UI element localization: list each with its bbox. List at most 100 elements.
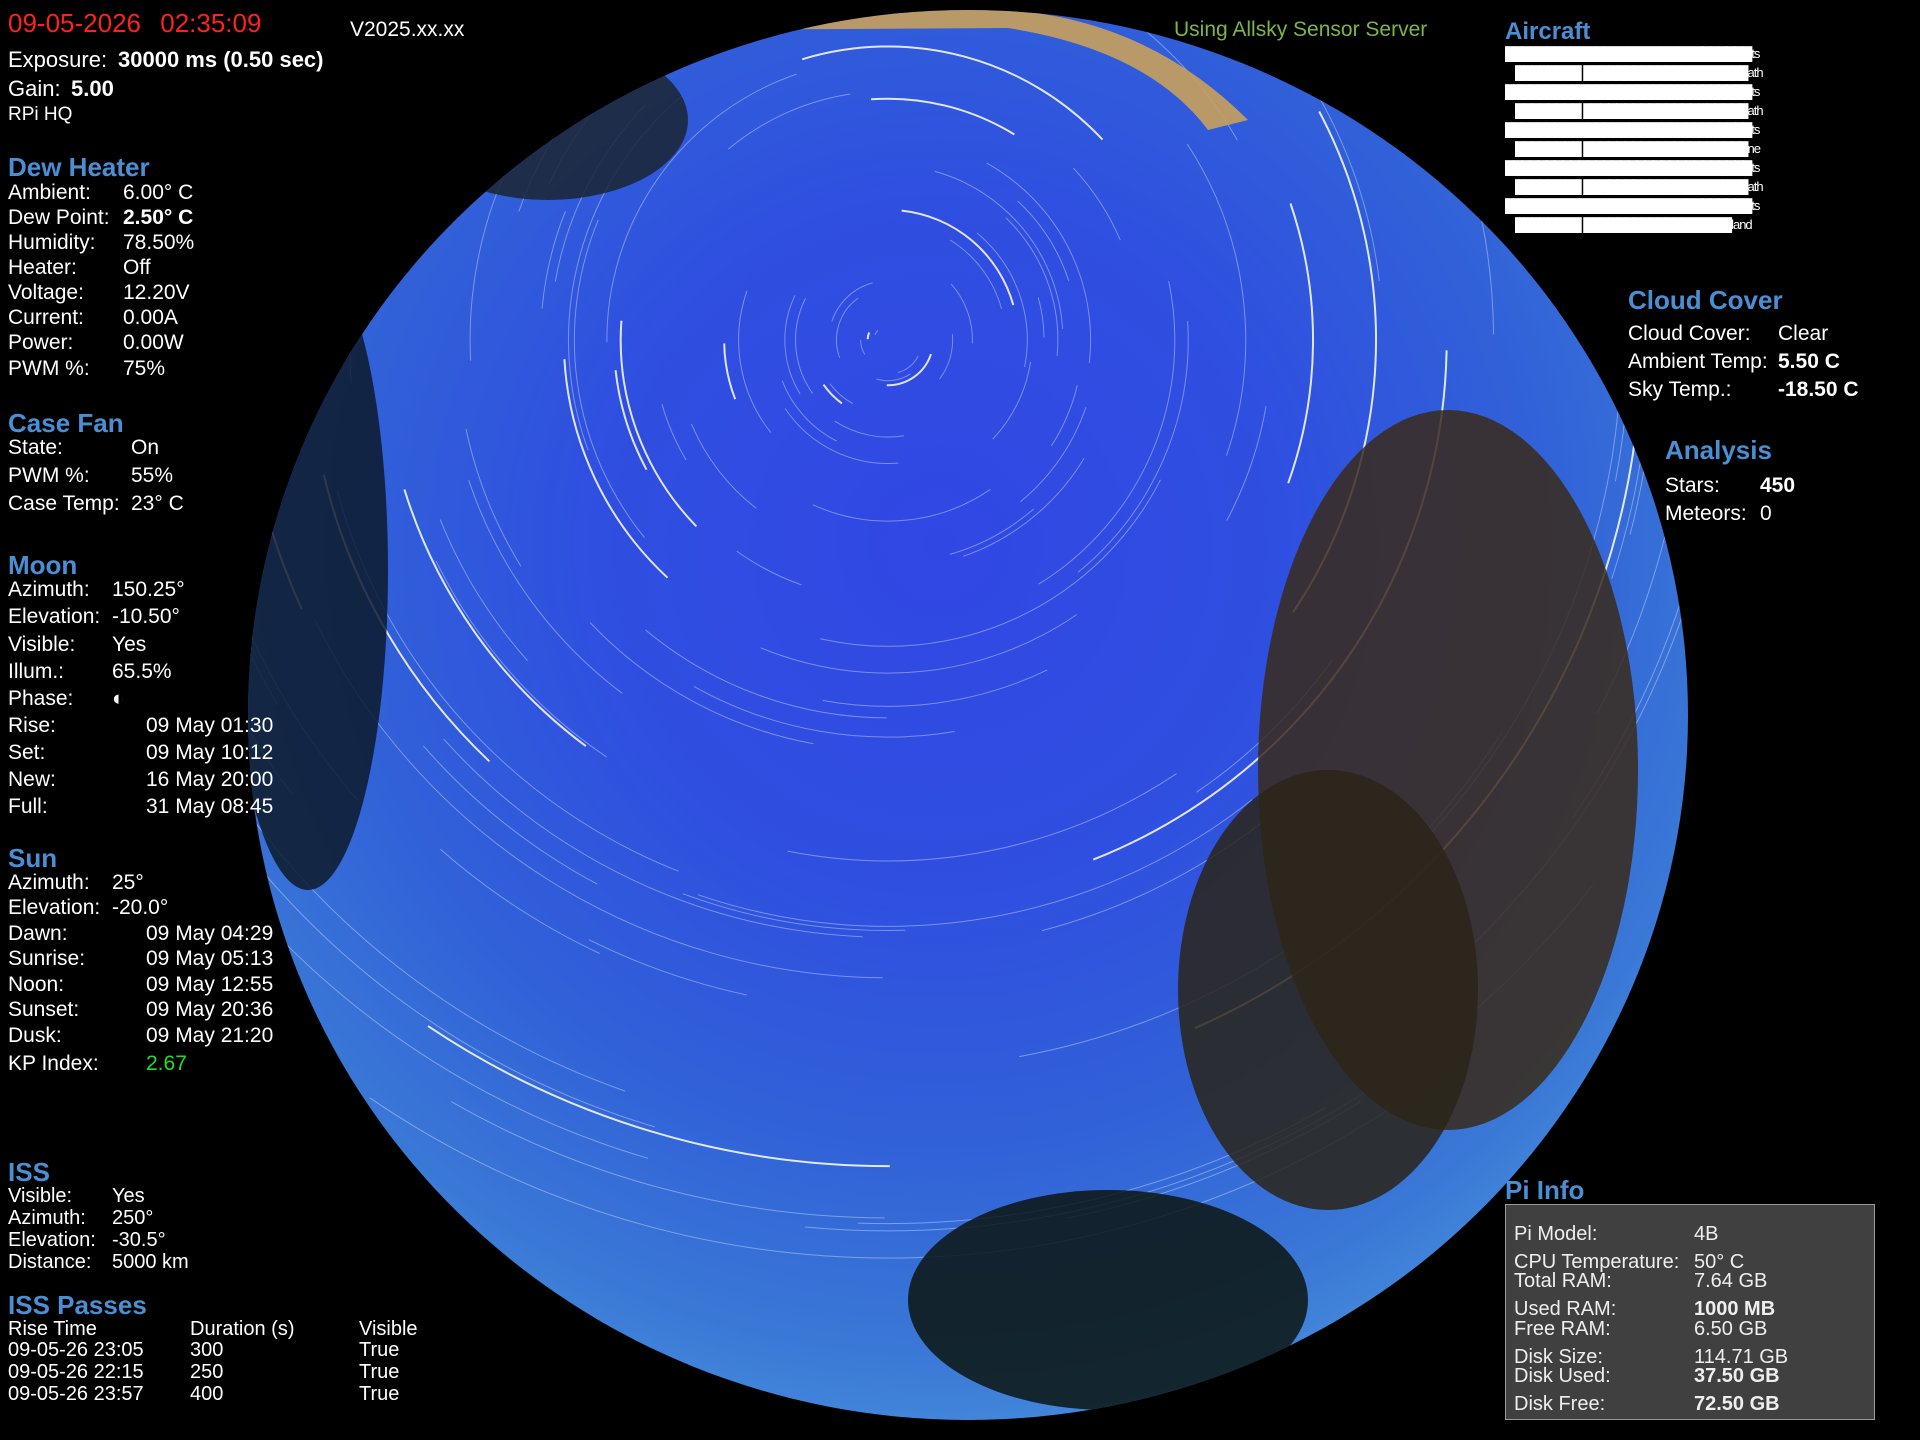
star-trail [465,428,522,567]
fan-case-temp-value: 23° C [131,492,184,515]
dew-pwm-label: PWM %: [8,357,90,380]
aircraft-line: ██████████████████████████████ts [1505,46,1760,61]
sun-dawn-label: Dawn: [8,922,68,945]
dew-power-value: 0.00W [123,331,184,354]
star-trail [690,423,757,509]
dew-current-value: 0.00A [123,306,178,329]
iss-passes-header-duration: Duration (s) [190,1318,295,1340]
star-trail [450,1101,885,1219]
pi-total-ram-label: Total RAM: [1514,1270,1612,1292]
pi-free-ram-value: 6.50 GB [1694,1318,1768,1340]
star-trail [949,508,1035,555]
star-trail [871,97,1015,136]
cloud-cover-label: Cloud Cover: [1628,322,1751,345]
sun-azimuth-label: Azimuth: [8,871,90,894]
iss-pass-rise: 09-05-26 23:05 [8,1339,144,1361]
pi-disk-free-label: Disk Free: [1514,1393,1606,1415]
star-trail [835,297,859,358]
star-trail [1077,320,1189,573]
star-trail [801,45,1104,141]
star-trail [723,343,737,400]
star-trail [866,332,871,340]
iss-title: ISS [8,1157,50,1187]
star-trail [728,93,851,150]
sun-azimuth-value: 25° [112,871,144,894]
iss-passes-title: ISS Passes [8,1290,147,1320]
moon-visible-label: Visible: [8,633,76,656]
moon-full-label: Full: [8,795,48,818]
star-trail [661,404,687,461]
aircraft-line: ████████ ████████████████████ne [1515,141,1761,156]
date-time: 09-05-2026 02:35:09 [8,8,261,39]
iss-elevation-value: -30.5° [112,1229,166,1251]
star-trail [934,170,1064,329]
cloud-sky-temp-value: -18.50 C [1778,378,1859,401]
sun-elevation-label: Elevation: [8,896,101,919]
star-trail [939,334,954,380]
sun-elevation-value: -20.0° [112,896,169,919]
tree-silhouette [1178,770,1478,1210]
star-trail [248,10,707,30]
star-trail [336,491,679,872]
dew-pwm-value: 75% [123,357,166,380]
aircraft-line: ████████ ████████████████████ath [1515,65,1764,80]
version-text: V2025.xx.xx [350,18,465,41]
gain-value: 5.00 [71,76,114,101]
pi-free-ram-label: Free RAM: [1514,1318,1611,1340]
star-trail [736,550,802,586]
star-trail [403,489,587,747]
star-trail [901,209,1015,306]
analysis-meteors-label: Meteors: [1665,502,1747,525]
sun-title: Sun [8,843,58,873]
sun-noon-value: 09 May 12:55 [146,973,274,996]
iss-visible-value: Yes [112,1185,145,1207]
moon-full-value: 31 May 08:45 [146,795,274,818]
fan-state-label: State: [8,436,63,459]
star-trail [795,298,814,394]
star-trail [831,282,873,322]
allsky-image [248,10,1688,1420]
moon-new-label: New: [8,768,56,791]
star-trail [443,738,863,938]
sun-noon-label: Noon: [8,973,65,996]
iss-distance-label: Distance: [8,1251,92,1273]
iss-pass-duration: 400 [190,1383,224,1405]
pi-total-ram-value: 7.64 GB [1694,1270,1768,1292]
dew-power-label: Power: [8,331,74,354]
star-trail [589,622,814,745]
star-trail [563,359,669,579]
star-trail [1454,127,1495,335]
star-trail [1611,376,1650,579]
moon-title: Moon [8,550,78,580]
aircraft-line: ██████████████████████████████ts [1505,84,1760,99]
iss-passes-header-rise: Rise Time [8,1318,97,1340]
cloud-sky-temp-label: Sky Temp.: [1628,378,1732,401]
moon-set-label: Set: [8,741,46,764]
star-trail [963,457,1085,557]
star-trail [812,488,991,522]
tree-silhouette [248,250,388,890]
star-trail [784,408,899,465]
moon-illum-value: 65.5% [112,660,172,683]
tree-silhouette [908,1190,1308,1410]
star-trail [1186,143,1247,456]
analysis-stars-label: Stars: [1665,474,1720,497]
star-trail [1287,203,1315,484]
star-trail [874,330,879,336]
star-trail [834,420,904,438]
iss-pass-visible: True [359,1383,400,1405]
cloud-ambient-label: Ambient Temp: [1628,350,1768,373]
star-trail [1037,297,1045,338]
star-trail [1020,406,1087,503]
star-trail [897,355,919,374]
moon-visible-value: Yes [112,633,147,656]
dew-voltage-label: Voltage: [8,281,84,304]
sensor-server-text: Using Allsky Sensor Server [1174,18,1428,41]
star-trail [439,848,600,954]
kp-index-value: 2.67 [146,1052,187,1075]
star-trail [820,479,1161,647]
star-trail [784,295,801,395]
iss-elevation-label: Elevation: [8,1229,96,1251]
star-trails [248,10,1688,1410]
star-trail [588,939,747,996]
